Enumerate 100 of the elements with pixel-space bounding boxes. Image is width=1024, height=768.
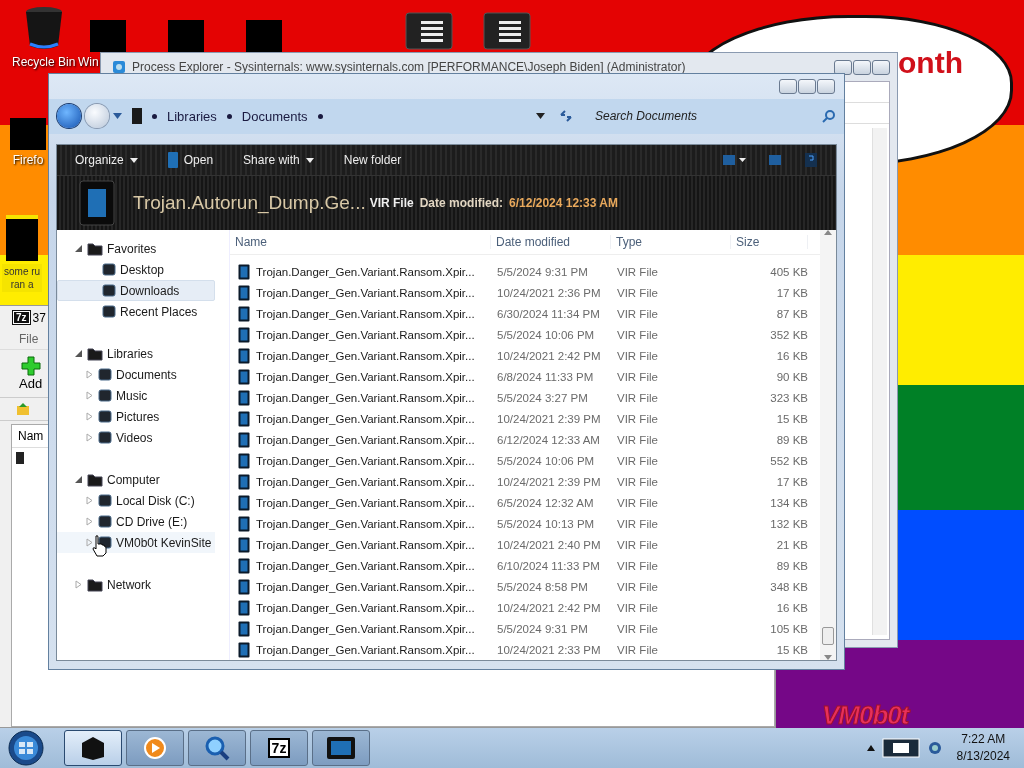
folder-up-icon[interactable] bbox=[15, 401, 31, 417]
tray-app-icon[interactable] bbox=[880, 736, 921, 760]
column-header[interactable]: Type bbox=[611, 235, 731, 249]
preview-pane-icon[interactable] bbox=[768, 154, 782, 166]
taskbar-button[interactable] bbox=[312, 730, 370, 766]
nav-item[interactable]: Local Disk (C:) bbox=[57, 490, 215, 511]
date-cell-text: 10/24/2021 2:39 PM bbox=[496, 412, 602, 425]
file-name-cell[interactable]: Trojan.Danger_Gen.Variant.Ransom.Xpir... bbox=[230, 515, 491, 532]
list-lines-icon[interactable] bbox=[405, 12, 453, 50]
blacked-out-icon[interactable] bbox=[6, 215, 39, 261]
nav-item[interactable]: Documents bbox=[57, 364, 215, 385]
nav-item[interactable]: VM0b0t KevinSite bbox=[57, 532, 215, 553]
column-header[interactable]: Name bbox=[230, 235, 491, 249]
expand-arrow-icon[interactable] bbox=[74, 475, 83, 484]
caret-icon[interactable] bbox=[113, 113, 122, 120]
toolbar-button[interactable]: New folder bbox=[343, 153, 402, 167]
clock[interactable]: 7:22 AM 8/13/2024 bbox=[956, 731, 1010, 765]
refresh-icon[interactable] bbox=[559, 109, 573, 124]
search-icon bbox=[204, 735, 230, 761]
maximize-button[interactable] bbox=[798, 78, 816, 94]
search-icon[interactable] bbox=[822, 109, 836, 124]
menu-item[interactable]: File bbox=[19, 332, 39, 346]
nav-item[interactable]: Network bbox=[57, 574, 215, 595]
file-name-cell[interactable]: Trojan.Danger_Gen.Variant.Ransom.Xpir... bbox=[230, 536, 491, 553]
desktop-icon-label[interactable]: some ru ran a bbox=[2, 264, 43, 292]
file-name-cell[interactable]: Trojan.Danger_Gen.Variant.Ransom.Xpir... bbox=[230, 494, 491, 511]
type-cell-text: VIR File bbox=[616, 454, 659, 467]
nav-item[interactable]: Favorites bbox=[57, 238, 215, 259]
help-icon[interactable] bbox=[804, 152, 818, 168]
minimize-button[interactable] bbox=[779, 78, 797, 94]
file-name-cell[interactable]: Trojan.Danger_Gen.Variant.Ransom.Xpir... bbox=[230, 599, 491, 616]
back-button[interactable] bbox=[57, 104, 81, 129]
search-field[interactable]: Search Documents bbox=[593, 108, 822, 125]
file-icon bbox=[238, 515, 250, 532]
nav-item[interactable]: Pictures bbox=[57, 406, 215, 427]
file-name-cell[interactable]: Trojan.Danger_Gen.Variant.Ransom.Xpir... bbox=[230, 578, 491, 595]
expand-arrow-icon[interactable] bbox=[74, 349, 83, 358]
close-button[interactable] bbox=[817, 78, 835, 94]
date-cell-text: 5/5/2024 8:58 PM bbox=[496, 580, 589, 593]
size-cell-text: 352 KB bbox=[769, 328, 808, 341]
folder-icon bbox=[87, 577, 103, 592]
size-cell-text: 15 KB bbox=[775, 643, 808, 656]
date-label: Date modified: bbox=[419, 196, 504, 210]
list-lines-icon[interactable] bbox=[483, 12, 531, 50]
tray-arrow-icon[interactable] bbox=[866, 744, 875, 752]
file-name-cell[interactable]: Trojan.Danger_Gen.Variant.Ransom.Xpir... bbox=[230, 347, 491, 364]
maximize-button[interactable] bbox=[853, 59, 871, 75]
nav-item[interactable]: Recent Places bbox=[57, 301, 215, 322]
desktop-icon-label[interactable]: Win bbox=[78, 55, 99, 69]
scroll-up-arrow-icon[interactable] bbox=[824, 230, 832, 235]
minimize-button[interactable] bbox=[834, 59, 852, 75]
nav-item[interactable]: Downloads bbox=[57, 280, 215, 301]
scroll-down-arrow-icon[interactable] bbox=[824, 655, 832, 660]
taskbar-button[interactable] bbox=[64, 730, 122, 766]
file-name-cell[interactable]: Trojan.Danger_Gen.Variant.Ransom.Xpir... bbox=[230, 641, 491, 658]
file-name-cell[interactable]: Trojan.Danger_Gen.Variant.Ransom.Xpir... bbox=[230, 263, 491, 280]
dropdown-caret-icon[interactable] bbox=[536, 113, 545, 120]
nav-item[interactable]: CD Drive (E:) bbox=[57, 511, 215, 532]
taskbar-button[interactable]: 7z bbox=[250, 730, 308, 766]
close-button[interactable] bbox=[872, 59, 890, 75]
breadcrumb-item[interactable]: Libraries bbox=[167, 108, 217, 124]
scrollbar[interactable] bbox=[872, 128, 887, 635]
column-header[interactable]: Date modified bbox=[491, 235, 611, 249]
size-cell-text: 15 KB bbox=[775, 412, 808, 425]
file-name-cell[interactable]: Trojan.Danger_Gen.Variant.Ransom.Xpir... bbox=[230, 368, 491, 385]
file-icon bbox=[238, 326, 250, 343]
file-name-cell[interactable]: Trojan.Danger_Gen.Variant.Ransom.Xpir... bbox=[230, 452, 491, 469]
scroll-thumb[interactable] bbox=[822, 627, 834, 645]
date-cell-text: 10/24/2021 2:42 PM bbox=[496, 601, 602, 614]
toolbar-button[interactable]: Share with bbox=[243, 153, 314, 167]
file-name-cell[interactable]: Trojan.Danger_Gen.Variant.Ransom.Xpir... bbox=[230, 620, 491, 637]
scrollbar[interactable] bbox=[820, 230, 836, 660]
file-name-cell[interactable]: Trojan.Danger_Gen.Variant.Ransom.Xpir... bbox=[230, 305, 491, 322]
toolbar-button[interactable]: Open bbox=[167, 152, 214, 168]
file-name-cell[interactable]: Trojan.Danger_Gen.Variant.Ransom.Xpir... bbox=[230, 557, 491, 574]
file-name-cell[interactable]: Trojan.Danger_Gen.Variant.Ransom.Xpir... bbox=[230, 284, 491, 301]
file-name-cell[interactable]: Trojan.Danger_Gen.Variant.Ransom.Xpir... bbox=[230, 410, 491, 427]
nav-item[interactable]: Music bbox=[57, 385, 215, 406]
forward-button[interactable] bbox=[85, 104, 109, 129]
nav-item[interactable]: Desktop bbox=[57, 259, 215, 280]
file-name-cell[interactable]: Trojan.Danger_Gen.Variant.Ransom.Xpir... bbox=[230, 473, 491, 490]
type-cell-text: VIR File bbox=[616, 286, 659, 299]
view-icon[interactable] bbox=[722, 153, 746, 167]
nav-item[interactable]: Libraries bbox=[57, 343, 215, 364]
add-button[interactable]: Add bbox=[19, 356, 43, 391]
trash-bin-icon[interactable] bbox=[23, 6, 64, 52]
file-icon bbox=[16, 452, 24, 464]
network-icon[interactable] bbox=[926, 740, 943, 756]
desktop-icon-label[interactable]: Recycle Bin bbox=[12, 55, 76, 69]
toolbar-button[interactable]: Organize bbox=[75, 153, 138, 167]
file-name-cell[interactable]: Trojan.Danger_Gen.Variant.Ransom.Xpir... bbox=[230, 431, 491, 448]
nav-item[interactable]: Computer bbox=[57, 469, 215, 490]
size-cell-text: 323 KB bbox=[769, 391, 808, 404]
column-header[interactable]: Size bbox=[731, 235, 808, 249]
breadcrumb-item[interactable]: Documents bbox=[241, 108, 308, 124]
type-cell-text: VIR File bbox=[616, 580, 659, 593]
expand-arrow-icon[interactable] bbox=[74, 244, 83, 253]
file-name-cell[interactable]: Trojan.Danger_Gen.Variant.Ransom.Xpir... bbox=[230, 326, 491, 343]
nav-item[interactable]: Videos bbox=[57, 427, 215, 448]
file-name-cell[interactable]: Trojan.Danger_Gen.Variant.Ransom.Xpir... bbox=[230, 389, 491, 406]
